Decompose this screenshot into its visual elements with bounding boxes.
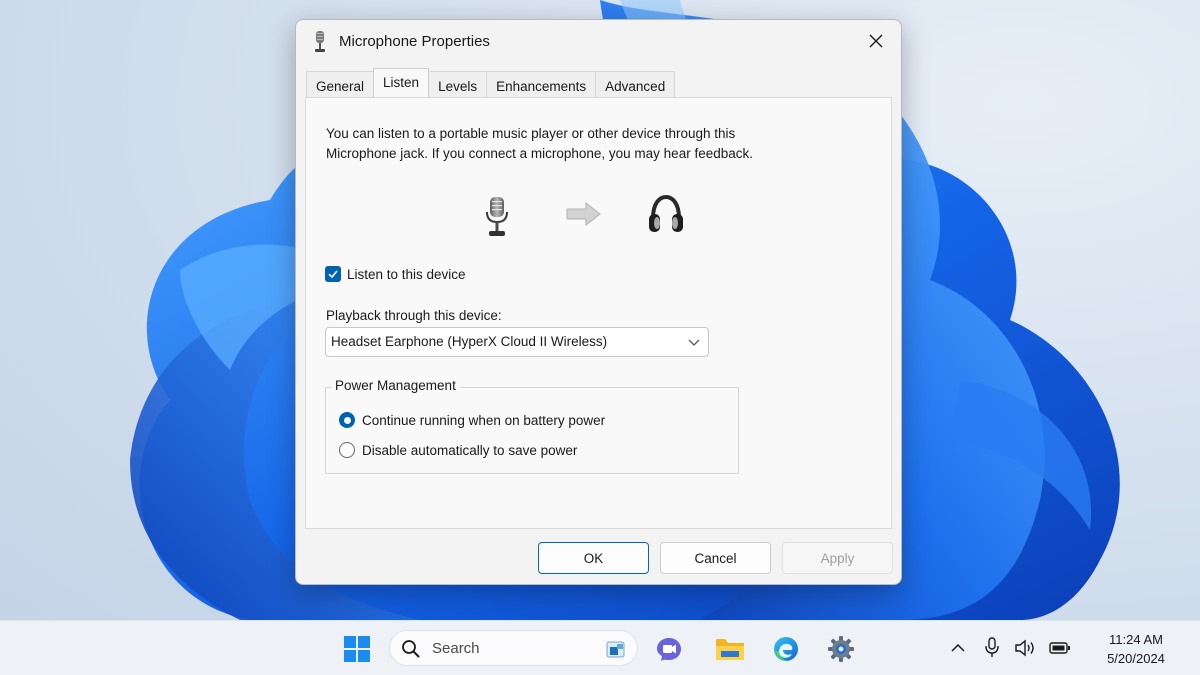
ok-button[interactable]: OK (538, 542, 649, 574)
taskbar-clock[interactable]: 11:24 AM 5/20/2024 (1094, 630, 1178, 668)
tab-general[interactable]: General (306, 71, 375, 97)
teams-chat-icon (657, 638, 681, 661)
microphone-illustration-icon (486, 197, 508, 236)
microphone-icon (985, 637, 999, 657)
tab-strip: General Listen Levels Enhancements Advan… (306, 68, 676, 97)
tray-volume[interactable] (1014, 636, 1038, 660)
close-button[interactable] (859, 26, 893, 56)
tab-listen[interactable]: Listen (373, 68, 430, 97)
speaker-icon (1015, 639, 1034, 657)
clock-time: 11:24 AM (1109, 632, 1163, 647)
disable-automatically-label: Disable automatically to save power (362, 442, 578, 458)
taskbar: Search 11:24 AM 5/20/2024 (0, 620, 1200, 675)
listen-to-device-label: Listen to this device (347, 266, 466, 282)
battery-icon (1049, 642, 1070, 654)
start-button[interactable] (341, 633, 373, 665)
file-explorer-icon (716, 639, 744, 660)
microphone-icon (315, 31, 325, 52)
continue-running-radio[interactable] (339, 412, 355, 428)
continue-running-option[interactable]: Continue running when on battery power (339, 412, 605, 428)
listen-description: You can listen to a portable music playe… (326, 124, 846, 164)
chevron-down-icon (688, 339, 700, 346)
clock-date: 5/20/2024 (1107, 651, 1165, 666)
search-placeholder: Search (432, 640, 480, 657)
continue-running-label: Continue running when on battery power (362, 412, 606, 428)
edge-browser-icon (774, 637, 798, 661)
taskbar-edge[interactable] (770, 633, 802, 665)
power-management-group: Power Management Continue running when o… (325, 378, 739, 474)
playback-device-value: Headset Earphone (HyperX Cloud II Wirele… (331, 334, 608, 349)
taskbar-search[interactable]: Search (389, 630, 638, 666)
tab-enhancements[interactable]: Enhancements (486, 71, 597, 97)
microphone-properties-dialog: Microphone Properties General Listen Lev… (295, 19, 902, 585)
playback-device-label: Playback through this device: (326, 308, 502, 323)
headphones-icon (649, 194, 683, 232)
dialog-titlebar[interactable]: Microphone Properties (296, 20, 901, 64)
taskbar-settings[interactable] (825, 633, 857, 665)
windows-start-icon (344, 636, 370, 662)
listen-to-device-checkbox[interactable] (325, 266, 341, 282)
disable-automatically-option[interactable]: Disable automatically to save power (339, 442, 577, 458)
description-line-2: Microphone jack. If you connect a microp… (326, 146, 753, 161)
tab-advanced[interactable]: Advanced (595, 71, 676, 97)
search-highlight-icon (606, 641, 625, 658)
arrow-right-icon (566, 202, 601, 226)
show-hidden-icons-button[interactable] (946, 636, 970, 660)
description-line-1: You can listen to a portable music playe… (326, 126, 736, 141)
taskbar-chat[interactable] (653, 633, 685, 665)
disable-automatically-radio[interactable] (339, 442, 355, 458)
chevron-up-icon (951, 643, 965, 652)
close-icon (869, 34, 883, 48)
search-icon (402, 640, 420, 658)
tray-battery[interactable] (1048, 636, 1072, 660)
playback-device-select[interactable]: Headset Earphone (HyperX Cloud II Wirele… (325, 327, 709, 357)
dialog-title: Microphone Properties (339, 33, 490, 50)
checkmark-icon (328, 270, 338, 279)
listen-tab-panel: You can listen to a portable music playe… (305, 97, 892, 529)
taskbar-file-explorer[interactable] (714, 633, 746, 665)
listen-to-device-row[interactable]: Listen to this device (325, 266, 466, 282)
tab-levels[interactable]: Levels (428, 71, 488, 97)
cancel-button[interactable]: Cancel (660, 542, 771, 574)
power-management-legend: Power Management (331, 378, 460, 393)
settings-gear-icon (828, 636, 854, 662)
tray-microphone[interactable] (980, 636, 1004, 660)
apply-button[interactable]: Apply (782, 542, 893, 574)
